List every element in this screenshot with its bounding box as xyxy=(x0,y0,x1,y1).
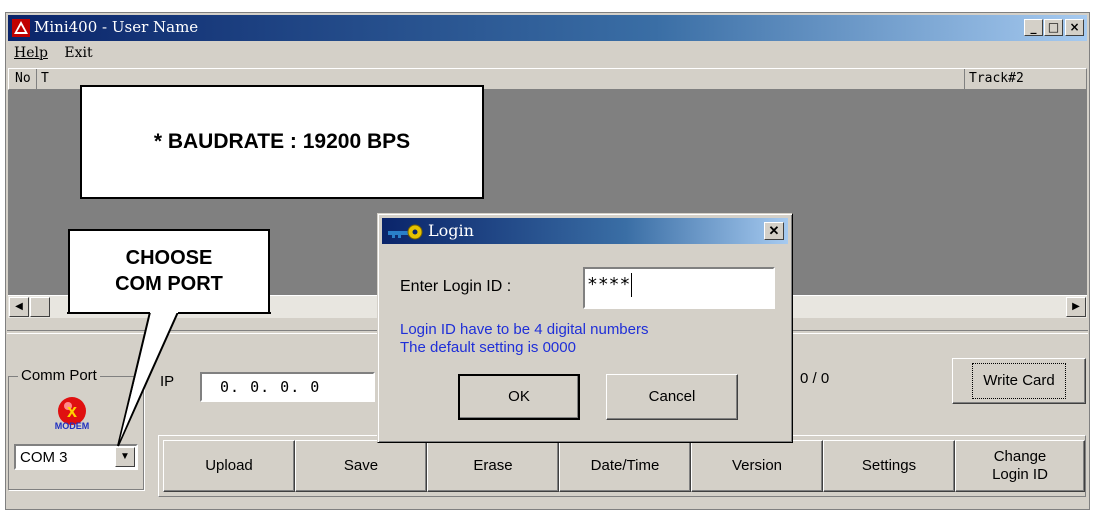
login-dialog-close-button[interactable]: ✕ xyxy=(764,222,784,240)
menu-bar: Help Exit xyxy=(8,43,1087,65)
menu-exit[interactable]: Exit xyxy=(58,43,98,63)
column-divider xyxy=(36,69,37,89)
title-bar[interactable]: Mini400 - User Name _ □ × xyxy=(8,15,1087,41)
scroll-left-arrow-icon[interactable]: ◀ xyxy=(9,297,29,317)
login-dialog-title: Login xyxy=(428,221,474,240)
login-info-line1: Login ID have to be 4 digital numbers xyxy=(400,321,649,338)
dropdown-arrow-icon[interactable]: ▼ xyxy=(115,447,135,467)
ip-input[interactable]: 0. 0. 0. 0 xyxy=(200,372,375,402)
write-card-label: Write Card xyxy=(972,363,1066,399)
close-button[interactable]: × xyxy=(1065,19,1084,36)
window-title: Mini400 - User Name xyxy=(34,18,199,36)
scroll-thumb[interactable] xyxy=(30,297,50,317)
ip-label: IP xyxy=(160,373,175,390)
erase-button[interactable]: Erase xyxy=(427,440,559,492)
comm-port-group xyxy=(8,376,144,490)
login-id-value: **** xyxy=(587,274,631,295)
cancel-button[interactable]: Cancel xyxy=(606,374,738,420)
modem-icon: x MODEM xyxy=(55,397,90,431)
write-card-button[interactable]: Write Card xyxy=(952,358,1086,404)
choose-line2: COM PORT xyxy=(115,273,223,295)
version-button[interactable]: Version xyxy=(691,440,823,492)
app-icon xyxy=(12,19,30,37)
upload-button[interactable]: Upload xyxy=(163,440,295,492)
modem-label: MODEM xyxy=(55,421,90,431)
login-id-label: Enter Login ID : xyxy=(400,278,512,295)
change-login-line1: Change xyxy=(993,448,1047,465)
svg-text:x: x xyxy=(67,401,77,421)
change-login-line2: Login ID xyxy=(992,466,1048,483)
text-caret xyxy=(631,273,633,297)
card-count: 0 / 0 xyxy=(800,370,830,387)
login-dialog: Login ✕ Enter Login ID : **** Login ID h… xyxy=(377,213,793,443)
choose-com-port-callout: CHOOSE COM PORT xyxy=(68,229,270,313)
login-info-text: Login ID have to be 4 digital numbers Th… xyxy=(400,321,649,357)
ok-label: OK xyxy=(508,388,530,405)
scroll-right-arrow-icon[interactable]: ▶ xyxy=(1066,297,1086,317)
comm-port-label: Comm Port xyxy=(18,367,100,384)
com-port-value: COM 3 xyxy=(20,449,68,466)
maximize-button[interactable]: □ xyxy=(1044,19,1063,36)
column-divider xyxy=(964,69,965,89)
minimize-button[interactable]: _ xyxy=(1024,19,1043,36)
login-key-icon xyxy=(388,224,423,240)
datetime-button[interactable]: Date/Time xyxy=(559,440,691,492)
login-dialog-title-bar[interactable]: Login ✕ xyxy=(382,218,788,244)
ok-button[interactable]: OK xyxy=(458,374,580,420)
settings-button[interactable]: Settings xyxy=(823,440,955,492)
menu-help[interactable]: Help xyxy=(8,43,54,63)
save-button[interactable]: Save xyxy=(295,440,427,492)
baudrate-text: * BAUDRATE : 19200 BPS xyxy=(153,130,411,153)
column-track2[interactable]: Track#2 xyxy=(969,71,1024,86)
baudrate-callout: * BAUDRATE : 19200 BPS xyxy=(80,85,484,199)
login-id-input[interactable]: **** xyxy=(583,267,775,309)
login-info-line2: The default setting is 0000 xyxy=(400,339,576,356)
column-no[interactable]: No xyxy=(15,71,31,86)
com-port-select[interactable]: COM 3 ▼ xyxy=(14,444,138,470)
column-t[interactable]: T xyxy=(41,71,49,86)
change-login-id-button[interactable]: Change Login ID xyxy=(955,440,1085,492)
choose-line1: CHOOSE xyxy=(125,247,213,269)
